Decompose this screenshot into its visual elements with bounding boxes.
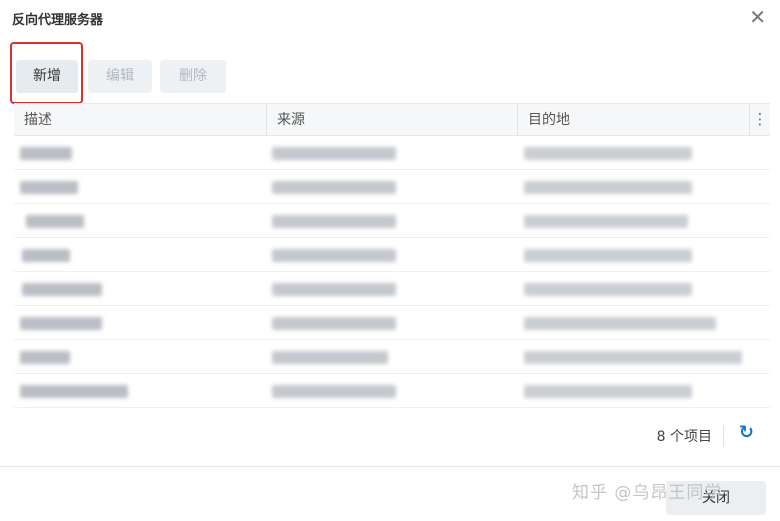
column-header-description[interactable]: 描述 xyxy=(14,104,266,137)
blurred-destination xyxy=(524,249,692,262)
close-icon[interactable]: ✕ xyxy=(749,5,766,29)
column-header-destination[interactable]: 目的地 xyxy=(517,104,749,137)
close-button[interactable]: 关闭 xyxy=(666,481,766,515)
blurred-source xyxy=(272,147,396,160)
blurred-description xyxy=(20,385,128,398)
blurred-source xyxy=(272,283,396,296)
toolbar: 新增 编辑 删除 xyxy=(0,44,780,104)
table-row[interactable] xyxy=(14,374,770,408)
blurred-source xyxy=(272,249,396,262)
table-row[interactable] xyxy=(14,136,770,170)
table-row[interactable] xyxy=(14,204,770,238)
blurred-source xyxy=(272,215,396,228)
table-row[interactable] xyxy=(14,306,770,340)
dialog-divider xyxy=(0,466,780,467)
blurred-destination xyxy=(524,283,692,296)
edit-button[interactable]: 编辑 xyxy=(88,60,152,93)
blurred-destination xyxy=(524,385,692,398)
blurred-source xyxy=(272,385,396,398)
dialog-titlebar: 反向代理服务器 ✕ xyxy=(0,0,780,38)
column-menu-icon[interactable]: ⋮ xyxy=(749,104,770,137)
blurred-description xyxy=(20,147,72,160)
blurred-description xyxy=(22,249,70,262)
blurred-source xyxy=(272,351,388,364)
blurred-destination xyxy=(524,351,742,364)
blurred-description xyxy=(26,215,84,228)
table-body xyxy=(14,136,770,408)
table-row[interactable] xyxy=(14,170,770,204)
dialog-title: 反向代理服务器 xyxy=(12,13,104,28)
add-button[interactable]: 新增 xyxy=(16,60,78,93)
column-header-source[interactable]: 来源 xyxy=(266,104,517,137)
proxy-rules-table: 描述 来源 目的地 ⋮ xyxy=(14,103,770,411)
delete-button[interactable]: 删除 xyxy=(160,60,226,93)
refresh-icon[interactable]: ↻ xyxy=(739,422,754,443)
item-count: 8 个项目 xyxy=(656,429,712,445)
blurred-destination xyxy=(524,215,688,228)
table-footer: 8 个项目 ↻ xyxy=(14,418,770,454)
blurred-source xyxy=(272,181,396,194)
blurred-destination xyxy=(524,317,716,330)
blurred-description xyxy=(20,317,102,330)
table-row[interactable] xyxy=(14,238,770,272)
blurred-source xyxy=(272,317,396,330)
blurred-destination xyxy=(524,181,692,194)
blurred-description xyxy=(20,181,78,194)
blurred-description xyxy=(22,283,102,296)
table-row[interactable] xyxy=(14,272,770,306)
table-header: 描述 来源 目的地 ⋮ xyxy=(14,103,770,137)
blurred-description xyxy=(20,351,70,364)
footer-divider xyxy=(723,426,724,446)
table-row[interactable] xyxy=(14,340,770,374)
blurred-destination xyxy=(524,147,692,160)
